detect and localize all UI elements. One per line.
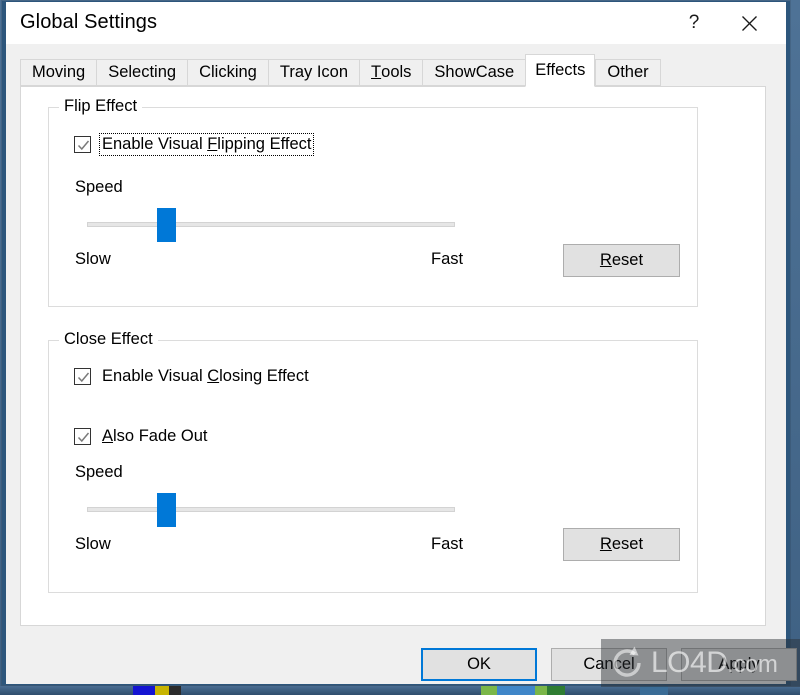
flip-effect-group: Flip Effect Enable Visual Flipping Effec…	[48, 97, 698, 307]
flip-speed-slider[interactable]	[87, 208, 455, 242]
flip-effect-group-title: Flip Effect	[59, 97, 143, 116]
tab-label: Clicking	[199, 63, 257, 81]
enable-visual-flipping-effect-checkbox[interactable]: Enable Visual Flipping Effect	[74, 133, 315, 156]
checkbox-label-suffix: lipping Effect	[217, 135, 312, 153]
flip-reset-button[interactable]: Reset	[563, 244, 680, 277]
checkbox-label-accel: A	[102, 427, 114, 445]
enable-visual-closing-effect-checkbox[interactable]: Enable Visual Closing Effect	[74, 366, 311, 387]
tab-strip: Moving Selecting Clicking Tray Icon Tool…	[20, 54, 661, 87]
cancel-button-label: Cancel	[583, 655, 635, 673]
apply-button[interactable]: Apply	[681, 648, 797, 681]
checkbox-label-prefix: Enable Visual	[102, 367, 208, 385]
tab-label: ShowCase	[434, 63, 515, 81]
close-speed-slider[interactable]	[87, 493, 455, 527]
also-fade-out-checkbox[interactable]: Also Fade Out	[74, 426, 209, 447]
desktop-taskbar-strip	[0, 686, 800, 695]
check-icon	[77, 432, 90, 443]
checkbox-box	[74, 136, 91, 153]
desktop-icon-chip	[497, 686, 535, 695]
help-button[interactable]: ?	[671, 2, 717, 44]
check-icon	[77, 372, 90, 383]
checkbox-label: Also Fade Out	[100, 426, 209, 447]
button-label-accel: R	[599, 251, 612, 269]
tab-effects[interactable]: Effects	[525, 54, 596, 87]
desktop-icon-chip	[640, 686, 668, 695]
slider-track[interactable]	[87, 222, 455, 227]
tab-selecting[interactable]: Selecting	[96, 59, 188, 86]
desktop-icon-chip	[169, 686, 181, 695]
checkbox-label: Enable Visual Flipping Effect	[98, 133, 315, 156]
checkbox-label-accel: C	[207, 367, 220, 385]
window-title: Global Settings	[20, 11, 158, 33]
apply-button-label: Apply	[718, 655, 760, 673]
close-reset-button[interactable]: Reset	[563, 528, 680, 561]
checkbox-box	[74, 428, 91, 445]
close-speed-label: Speed	[75, 463, 123, 481]
desktop-icon-chip	[155, 686, 169, 695]
checkbox-box	[74, 368, 91, 385]
cancel-button[interactable]: Cancel	[551, 648, 667, 681]
close-effect-group-title: Close Effect	[59, 330, 158, 349]
close-effect-group: Close Effect Enable Visual Closing Effec…	[48, 330, 698, 593]
flip-speed-label: Speed	[75, 178, 123, 196]
checkbox-label-prefix: Enable Visual	[102, 135, 208, 153]
button-label-suffix: eset	[611, 251, 644, 269]
tab-other[interactable]: Other	[595, 59, 661, 86]
tab-tools[interactable]: Tools	[359, 59, 423, 86]
flip-slider-max-label: Fast	[431, 250, 464, 268]
close-button[interactable]	[726, 2, 772, 44]
global-settings-dialog: Global Settings ? Moving Selecting Click…	[2, 1, 797, 685]
close-icon	[741, 15, 757, 31]
tab-label: Selecting	[108, 63, 177, 81]
check-icon	[77, 140, 90, 151]
ok-button[interactable]: OK	[421, 648, 537, 681]
tab-moving[interactable]: Moving	[20, 59, 97, 86]
slider-thumb[interactable]	[157, 208, 176, 242]
button-label-suffix: eset	[611, 535, 644, 553]
flip-slider-min-label: Slow	[75, 250, 111, 268]
tab-page-effects: Flip Effect Enable Visual Flipping Effec…	[20, 86, 766, 626]
tab-label: ools	[381, 63, 412, 81]
desktop-icon-chip	[547, 686, 565, 695]
tab-label: Effects	[535, 61, 586, 79]
ok-button-label: OK	[467, 655, 491, 673]
button-label-accel: R	[599, 535, 612, 553]
checkbox-label-accel: F	[207, 135, 218, 153]
checkbox-label-suffix: losing Effect	[219, 367, 309, 385]
tab-label: Moving	[32, 63, 86, 81]
tab-clicking[interactable]: Clicking	[187, 59, 268, 86]
tab-tray-icon[interactable]: Tray Icon	[267, 59, 360, 86]
title-bar: Global Settings ?	[6, 2, 786, 44]
tab-label: Tray Icon	[279, 63, 349, 81]
question-mark-icon: ?	[688, 12, 700, 33]
checkbox-label: Enable Visual Closing Effect	[100, 366, 311, 387]
checkbox-label-suffix: lso Fade Out	[113, 427, 208, 445]
tab-label: Other	[607, 63, 649, 81]
close-slider-max-label: Fast	[431, 535, 464, 553]
desktop-icon-chip	[133, 686, 155, 695]
close-slider-min-label: Slow	[75, 535, 111, 553]
slider-thumb[interactable]	[157, 493, 176, 527]
tab-accel: T	[371, 63, 382, 81]
slider-track[interactable]	[87, 507, 455, 512]
tab-showcase[interactable]: ShowCase	[422, 59, 526, 86]
